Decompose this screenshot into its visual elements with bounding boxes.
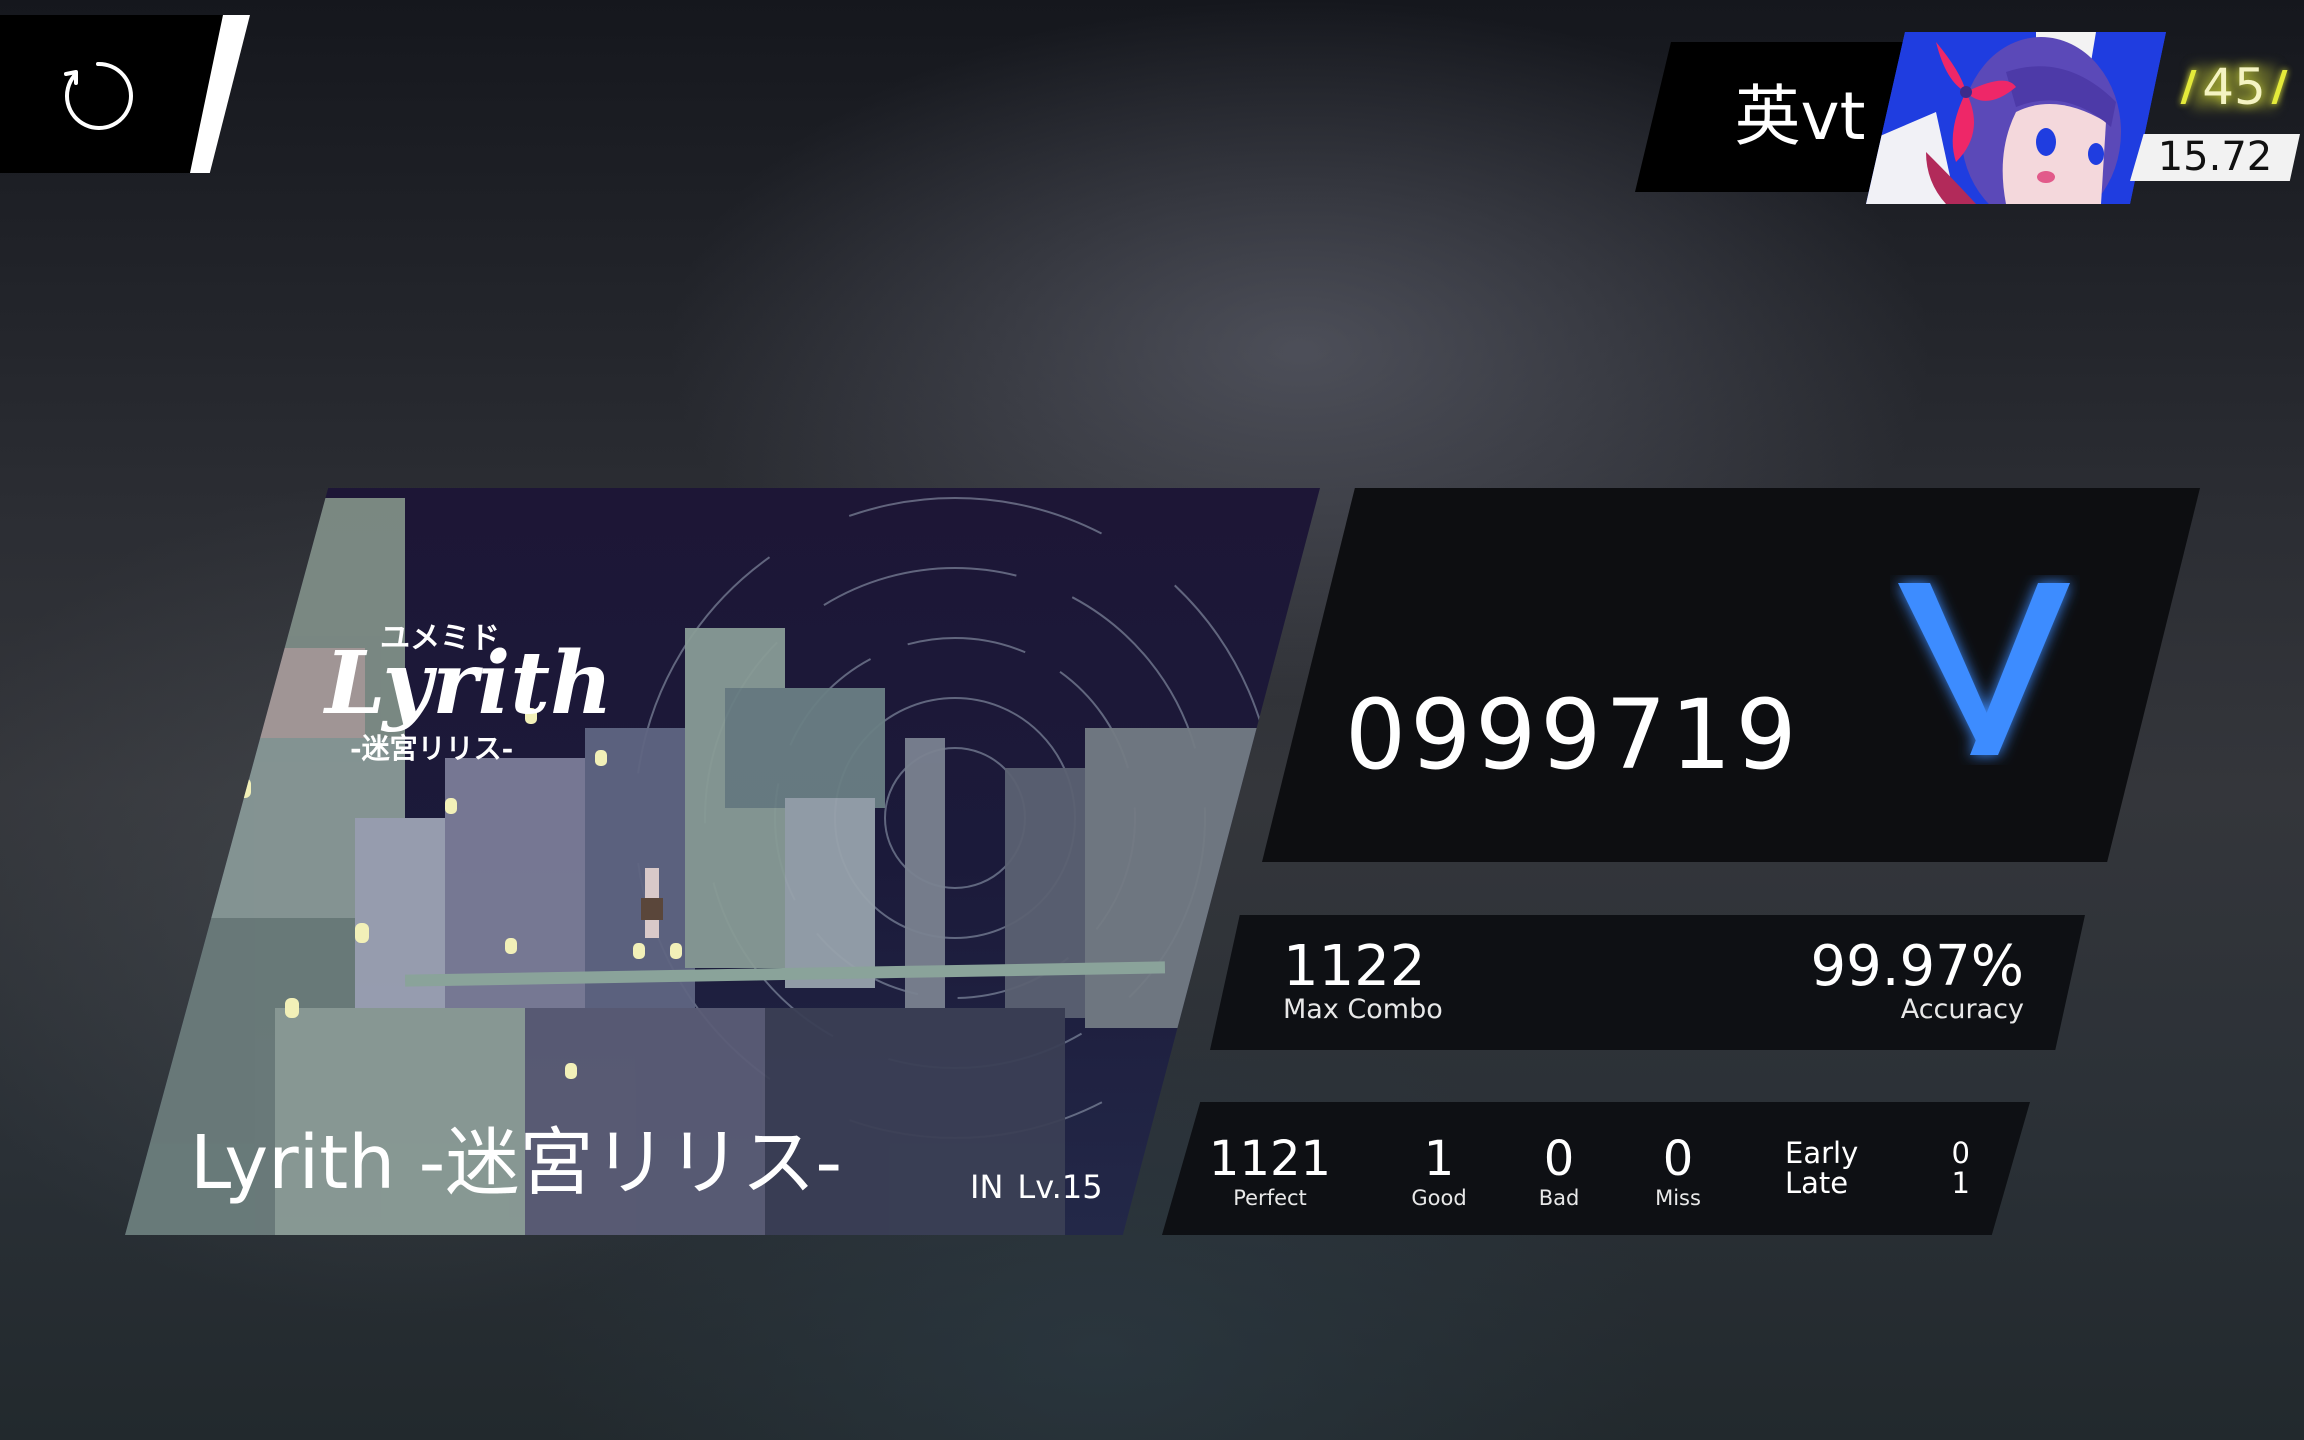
perfect-label: Perfect: [1233, 1186, 1307, 1210]
max-combo-label: Max Combo: [1283, 994, 1443, 1025]
retry-icon[interactable]: [62, 58, 138, 134]
difficulty-label: IN: [970, 1168, 1004, 1206]
perfect-count: 1121: [1208, 1131, 1332, 1187]
late-label: Late: [1785, 1166, 1849, 1200]
player-rating: 15.72: [2157, 134, 2273, 180]
early-label: Early: [1785, 1136, 1859, 1170]
player-level-badge: 45: [2180, 58, 2288, 116]
difficulty-level: Lv.15: [1017, 1168, 1103, 1206]
avatar-image: [1866, 32, 2166, 204]
accuracy-value: 99.97%: [1810, 934, 2024, 999]
judgement-miss: 0 Miss: [1598, 1133, 1758, 1211]
miss-count: 0: [1662, 1131, 1694, 1187]
avatar[interactable]: [1866, 32, 2166, 204]
svg-text:-迷宮リリス-: -迷宮リリス-: [350, 732, 513, 765]
judgement-perfect: 1121 Perfect: [1190, 1133, 1350, 1211]
accuracy-label: Accuracy: [1900, 994, 2024, 1025]
max-combo-value: 1122: [1283, 934, 1426, 999]
late-value: 1: [1951, 1166, 1970, 1200]
player-name: 英vt: [1734, 78, 1866, 155]
svg-text:Lyrith: Lyrith: [322, 633, 613, 734]
rank-v-icon: [1890, 575, 2080, 765]
early-late-values: 0 1: [1940, 1138, 1970, 1198]
score-value: 0999719: [1345, 679, 1801, 791]
early-value: 0: [1951, 1136, 1970, 1170]
song-title: Lyrith -迷宮リリス-: [190, 1120, 843, 1206]
song-difficulty: IN Lv.15: [970, 1167, 1117, 1207]
miss-label: Miss: [1655, 1186, 1701, 1210]
player-level: 45: [2202, 58, 2266, 116]
early-late-labels: Early Late: [1785, 1138, 1858, 1198]
